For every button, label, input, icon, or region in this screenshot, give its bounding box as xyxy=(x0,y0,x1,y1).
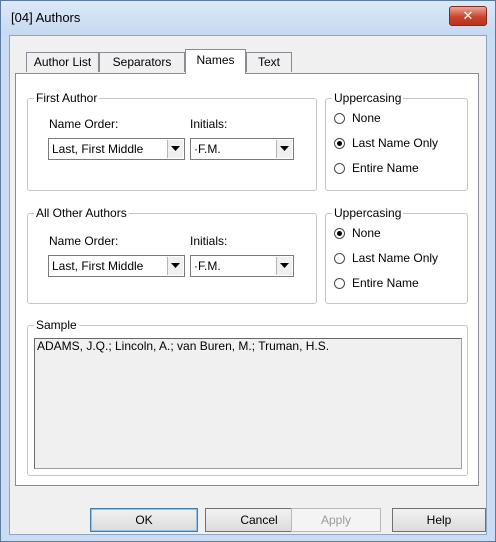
sample-text: ADAMS, J.Q.; Lincoln, A.; van Buren, M.;… xyxy=(37,339,330,353)
radio-none[interactable]: None xyxy=(334,226,464,242)
title-bar[interactable]: [04] Authors ✕ xyxy=(1,1,495,35)
group-label: First Author xyxy=(34,91,100,105)
tab-text[interactable]: Text xyxy=(246,52,292,72)
tab-label: Names xyxy=(196,53,235,67)
names-tab-panel: First Author Name Order: Initials: Last,… xyxy=(15,73,479,486)
initials-label: Initials: xyxy=(190,117,228,131)
radio-button[interactable] xyxy=(334,228,345,239)
group-label: Uppercasing xyxy=(332,206,404,220)
tab-separators[interactable]: Separators xyxy=(99,52,185,72)
radio-button[interactable] xyxy=(334,138,345,149)
first-name-order-select[interactable]: Last, First Middle xyxy=(48,138,185,160)
window-title: [04] Authors xyxy=(11,10,81,25)
radio-label: Entire Name xyxy=(352,161,419,175)
select-value: ·F.M. xyxy=(194,142,221,156)
tab-label: Text xyxy=(257,55,280,69)
select-value: Last, First Middle xyxy=(52,259,144,273)
select-value: Last, First Middle xyxy=(52,142,144,156)
radio-label: None xyxy=(352,226,381,240)
radio-label: Last Name Only xyxy=(352,136,439,150)
other-authors-group: All Other Authors Name Order: Initials: … xyxy=(27,206,317,304)
tab-label: Separators xyxy=(112,55,172,69)
help-button[interactable]: Help xyxy=(392,508,486,532)
button-label: Help xyxy=(426,513,452,527)
button-label: Apply xyxy=(320,513,352,527)
button-label: OK xyxy=(135,513,153,527)
radio-last-name-only[interactable]: Last Name Only xyxy=(334,136,464,152)
radio-label: None xyxy=(352,111,381,125)
close-button[interactable]: ✕ xyxy=(449,6,487,26)
radio-button[interactable] xyxy=(334,113,345,124)
apply-button[interactable]: Apply xyxy=(291,508,381,532)
group-label: Uppercasing xyxy=(332,91,404,105)
tab-label: Author List xyxy=(33,55,92,69)
name-order-label: Name Order: xyxy=(49,117,119,131)
radio-entire-name[interactable]: Entire Name xyxy=(334,276,464,292)
chevron-down-icon[interactable] xyxy=(276,140,292,158)
initials-label: Initials: xyxy=(190,234,228,248)
radio-entire-name[interactable]: Entire Name xyxy=(334,161,464,177)
chevron-down-icon[interactable] xyxy=(167,140,183,158)
close-icon: ✕ xyxy=(462,8,474,23)
first-uppercasing-group: Uppercasing None Last Name Only Entire N… xyxy=(325,91,468,191)
select-value: ·F.M. xyxy=(194,259,221,273)
radio-button[interactable] xyxy=(334,278,345,289)
radio-button[interactable] xyxy=(334,163,345,174)
other-initials-select[interactable]: ·F.M. xyxy=(190,255,294,277)
group-label: All Other Authors xyxy=(34,206,129,220)
chevron-down-icon[interactable] xyxy=(276,257,292,275)
chevron-down-icon[interactable] xyxy=(167,257,183,275)
radio-none[interactable]: None xyxy=(334,111,464,127)
first-author-group: First Author Name Order: Initials: Last,… xyxy=(27,91,317,191)
ok-button[interactable]: OK xyxy=(90,508,198,532)
button-label: Cancel xyxy=(240,513,278,527)
sample-preview: ADAMS, J.Q.; Lincoln, A.; van Buren, M.;… xyxy=(34,338,462,469)
other-uppercasing-group: Uppercasing None Last Name Only Entire N… xyxy=(325,206,468,304)
radio-last-name-only[interactable]: Last Name Only xyxy=(334,251,464,267)
radio-label: Last Name Only xyxy=(352,251,439,265)
first-initials-select[interactable]: ·F.M. xyxy=(190,138,294,160)
name-order-label: Name Order: xyxy=(49,234,119,248)
tab-author-list[interactable]: Author List xyxy=(26,52,99,72)
radio-button[interactable] xyxy=(334,253,345,264)
other-name-order-select[interactable]: Last, First Middle xyxy=(48,255,185,277)
radio-label: Entire Name xyxy=(352,276,419,290)
group-label: Sample xyxy=(34,318,79,332)
tab-names[interactable]: Names xyxy=(185,49,246,74)
